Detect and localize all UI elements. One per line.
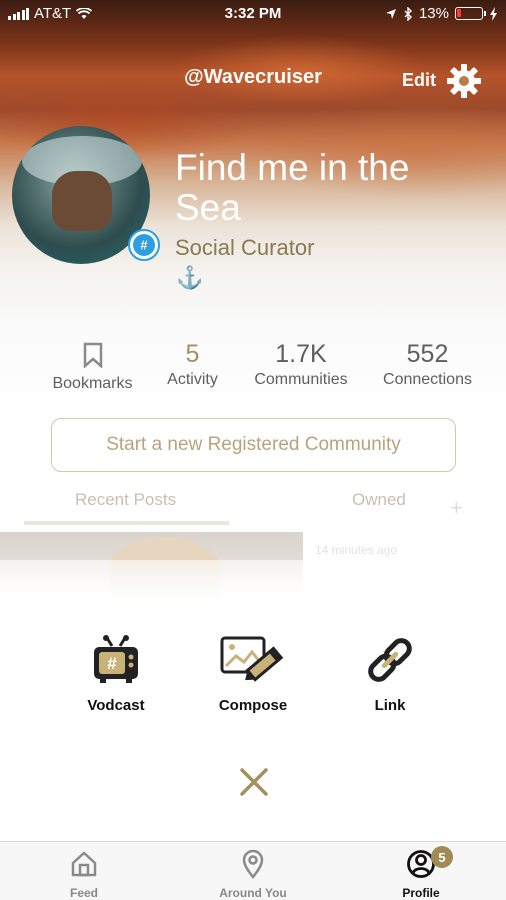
stat-bookmarks[interactable]: Bookmarks — [45, 340, 140, 393]
tab-feed[interactable]: Feed — [24, 842, 144, 900]
link-chain-icon — [368, 638, 412, 682]
home-icon — [71, 851, 97, 877]
bookmark-icon — [83, 342, 102, 369]
tab-around-you[interactable]: Around You — [193, 842, 313, 900]
bluetooth-icon — [404, 6, 412, 21]
stat-communities[interactable]: 1.7K Communities — [246, 340, 356, 389]
tab-feed-label: Feed — [69, 886, 98, 900]
tab-profile-label: Profile — [402, 886, 440, 900]
charging-bolt-icon — [490, 6, 497, 21]
tab-recent-posts[interactable]: Recent Posts — [75, 490, 176, 510]
status-right: 13% — [385, 5, 498, 22]
stat-activity-value: 5 — [185, 340, 200, 368]
compose-label: Compose — [218, 697, 288, 714]
profile-headline: Find me in the Sea — [175, 147, 410, 228]
link-label: Link — [374, 697, 406, 714]
profile-content-tabs: Recent Posts Owned — [0, 488, 506, 528]
status-bar: AT&T 3:32 PM 13% — [0, 0, 506, 26]
settings-gear-icon[interactable] — [446, 63, 482, 99]
post-timestamp: 14 minutes ago — [315, 543, 398, 557]
svg-text:#: # — [107, 654, 117, 673]
edit-button[interactable]: Edit — [402, 70, 436, 91]
battery-percent: 13% — [418, 5, 449, 22]
location-arrow-icon — [385, 8, 396, 19]
bottom-tab-bar: Feed Around You Profile — [0, 841, 506, 900]
stat-connections-value: 552 — [406, 340, 449, 368]
start-community-button[interactable]: Start a new Registered Community — [51, 418, 456, 472]
compose-action[interactable]: Compose — [193, 634, 313, 714]
stat-communities-value: 1.7K — [275, 340, 327, 368]
tab-profile[interactable]: Profile — [361, 842, 481, 900]
battery-icon — [455, 7, 486, 20]
location-pin-icon — [242, 849, 264, 880]
vodcast-action[interactable]: # Vodcast — [56, 634, 176, 714]
profile-notification-count-badge: 5 — [431, 846, 453, 868]
tv-hashtag-icon: # — [94, 635, 138, 683]
active-tab-indicator — [24, 521, 229, 525]
stat-activity[interactable]: 5 Activity — [155, 340, 230, 389]
profile-role: Social Curator — [175, 235, 315, 260]
vodcast-label: Vodcast — [87, 697, 145, 714]
compose-image-pencil-icon — [220, 636, 284, 682]
stat-connections-label: Connections — [383, 371, 472, 388]
close-icon[interactable] — [237, 765, 271, 799]
stat-communities-label: Communities — [254, 371, 348, 388]
stat-activity-label: Activity — [167, 371, 218, 388]
stat-bookmarks-label: Bookmarks — [52, 375, 133, 392]
verified-hashtag-badge-icon: # — [128, 229, 160, 261]
link-action[interactable]: Link — [330, 634, 450, 714]
tab-owned[interactable]: Owned — [352, 490, 406, 510]
add-tab-button[interactable]: + — [450, 495, 463, 521]
profile-stats: Bookmarks 5 Activity 1.7K Communities 55… — [0, 340, 506, 400]
stat-connections[interactable]: 552 Connections — [375, 340, 480, 389]
tab-around-you-label: Around You — [219, 886, 287, 900]
svg-text:#: # — [140, 238, 148, 253]
anchor-icon: ⚓ — [176, 265, 204, 290]
